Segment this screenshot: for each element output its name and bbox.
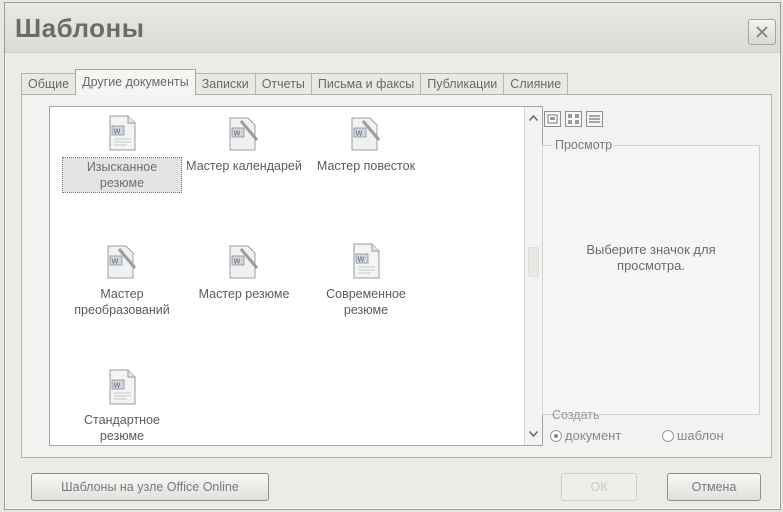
template-label: Современное резюме: [326, 287, 406, 317]
word-document-icon: W: [353, 243, 380, 279]
preview-message: Выберите значок для просмотра.: [586, 242, 716, 273]
tab-other-documents[interactable]: Другие документы: [75, 69, 196, 95]
template-item[interactable]: W Мастер преобразований: [62, 243, 182, 319]
template-item[interactable]: W Мастер резюме: [184, 243, 304, 303]
title-bar: Шаблоны: [5, 3, 780, 53]
template-label: Мастер повесток: [316, 159, 416, 173]
template-label: Стандартное резюме: [84, 413, 160, 443]
template-label: Мастер преобразований: [74, 287, 170, 317]
tab-publications[interactable]: Публикации: [420, 73, 505, 95]
svg-text:W: W: [234, 130, 241, 138]
create-group: Создать документ шаблон: [542, 408, 760, 448]
svg-text:W: W: [358, 256, 365, 264]
tab-general[interactable]: Общие: [21, 73, 77, 95]
tab-memos[interactable]: Записки: [194, 73, 256, 95]
create-legend: Создать: [552, 408, 600, 422]
tab-letters-faxes[interactable]: Письма и факсы: [310, 73, 422, 95]
templates-dialog: Шаблоны Общие Другие документы Записки О…: [4, 2, 781, 510]
word-wizard-icon: W: [229, 117, 259, 151]
tab-panel: W Изысканное резюме W Мастер календарей: [21, 94, 772, 458]
scroll-down-button[interactable]: [525, 425, 542, 443]
scroll-down-icon: [529, 431, 538, 437]
svg-text:W: W: [234, 258, 241, 266]
create-document-option[interactable]: документ: [550, 428, 621, 443]
large-icons-view-button[interactable]: [544, 111, 561, 127]
create-template-option[interactable]: шаблон: [662, 428, 724, 443]
tab-strip: Общие Другие документы Записки Отчеты Пи…: [21, 69, 730, 95]
word-wizard-icon: W: [229, 245, 259, 279]
ok-button[interactable]: ОК: [561, 473, 637, 501]
template-radio[interactable]: [662, 429, 674, 442]
word-document-icon: W: [109, 115, 136, 151]
preview-legend: Просмотр: [552, 138, 616, 152]
dialog-title: Шаблоны: [15, 13, 145, 43]
large-icons-view-icon: [547, 114, 558, 124]
template-item[interactable]: W Изысканное резюме: [62, 115, 182, 193]
close-button[interactable]: [748, 19, 776, 45]
list-view-icon: [568, 114, 579, 124]
tab-reports[interactable]: Отчеты: [254, 73, 312, 95]
template-item[interactable]: W Современное резюме: [306, 243, 426, 319]
svg-text:W: W: [356, 130, 363, 138]
list-view-button[interactable]: [565, 111, 582, 127]
vertical-scrollbar[interactable]: [524, 107, 542, 445]
word-wizard-icon: W: [351, 117, 381, 151]
svg-text:W: W: [114, 382, 121, 390]
scroll-up-button[interactable]: [525, 109, 542, 127]
template-label: Мастер календарей: [186, 159, 302, 173]
tab-mail-merge[interactable]: Слияние: [503, 73, 569, 95]
template-label: Изысканное резюме: [62, 157, 182, 193]
word-document-icon: W: [109, 369, 136, 405]
view-mode-buttons: [544, 111, 603, 129]
details-view-button[interactable]: [586, 111, 603, 127]
template-item[interactable]: W Мастер календарей: [184, 115, 304, 175]
scroll-up-icon: [529, 115, 538, 121]
svg-text:W: W: [112, 258, 119, 266]
office-online-button[interactable]: Шаблоны на узле Office Online: [31, 473, 269, 501]
document-radio[interactable]: [550, 429, 562, 442]
details-view-icon: [589, 115, 600, 123]
templates-list[interactable]: W Изысканное резюме W Мастер календарей: [49, 106, 543, 446]
close-icon: [756, 26, 768, 38]
svg-text:W: W: [114, 128, 121, 136]
document-radio-label: документ: [565, 428, 622, 443]
scroll-thumb[interactable]: [528, 247, 539, 277]
cancel-button[interactable]: Отмена: [667, 473, 761, 501]
word-wizard-icon: W: [107, 245, 137, 279]
template-label: Мастер резюме: [198, 287, 290, 301]
template-item[interactable]: W Стандартное резюме: [62, 369, 182, 445]
template-radio-label: шаблон: [677, 428, 724, 443]
template-item[interactable]: W Мастер повесток: [306, 115, 426, 175]
preview-pane: Выберите значок для просмотра.: [542, 145, 760, 415]
